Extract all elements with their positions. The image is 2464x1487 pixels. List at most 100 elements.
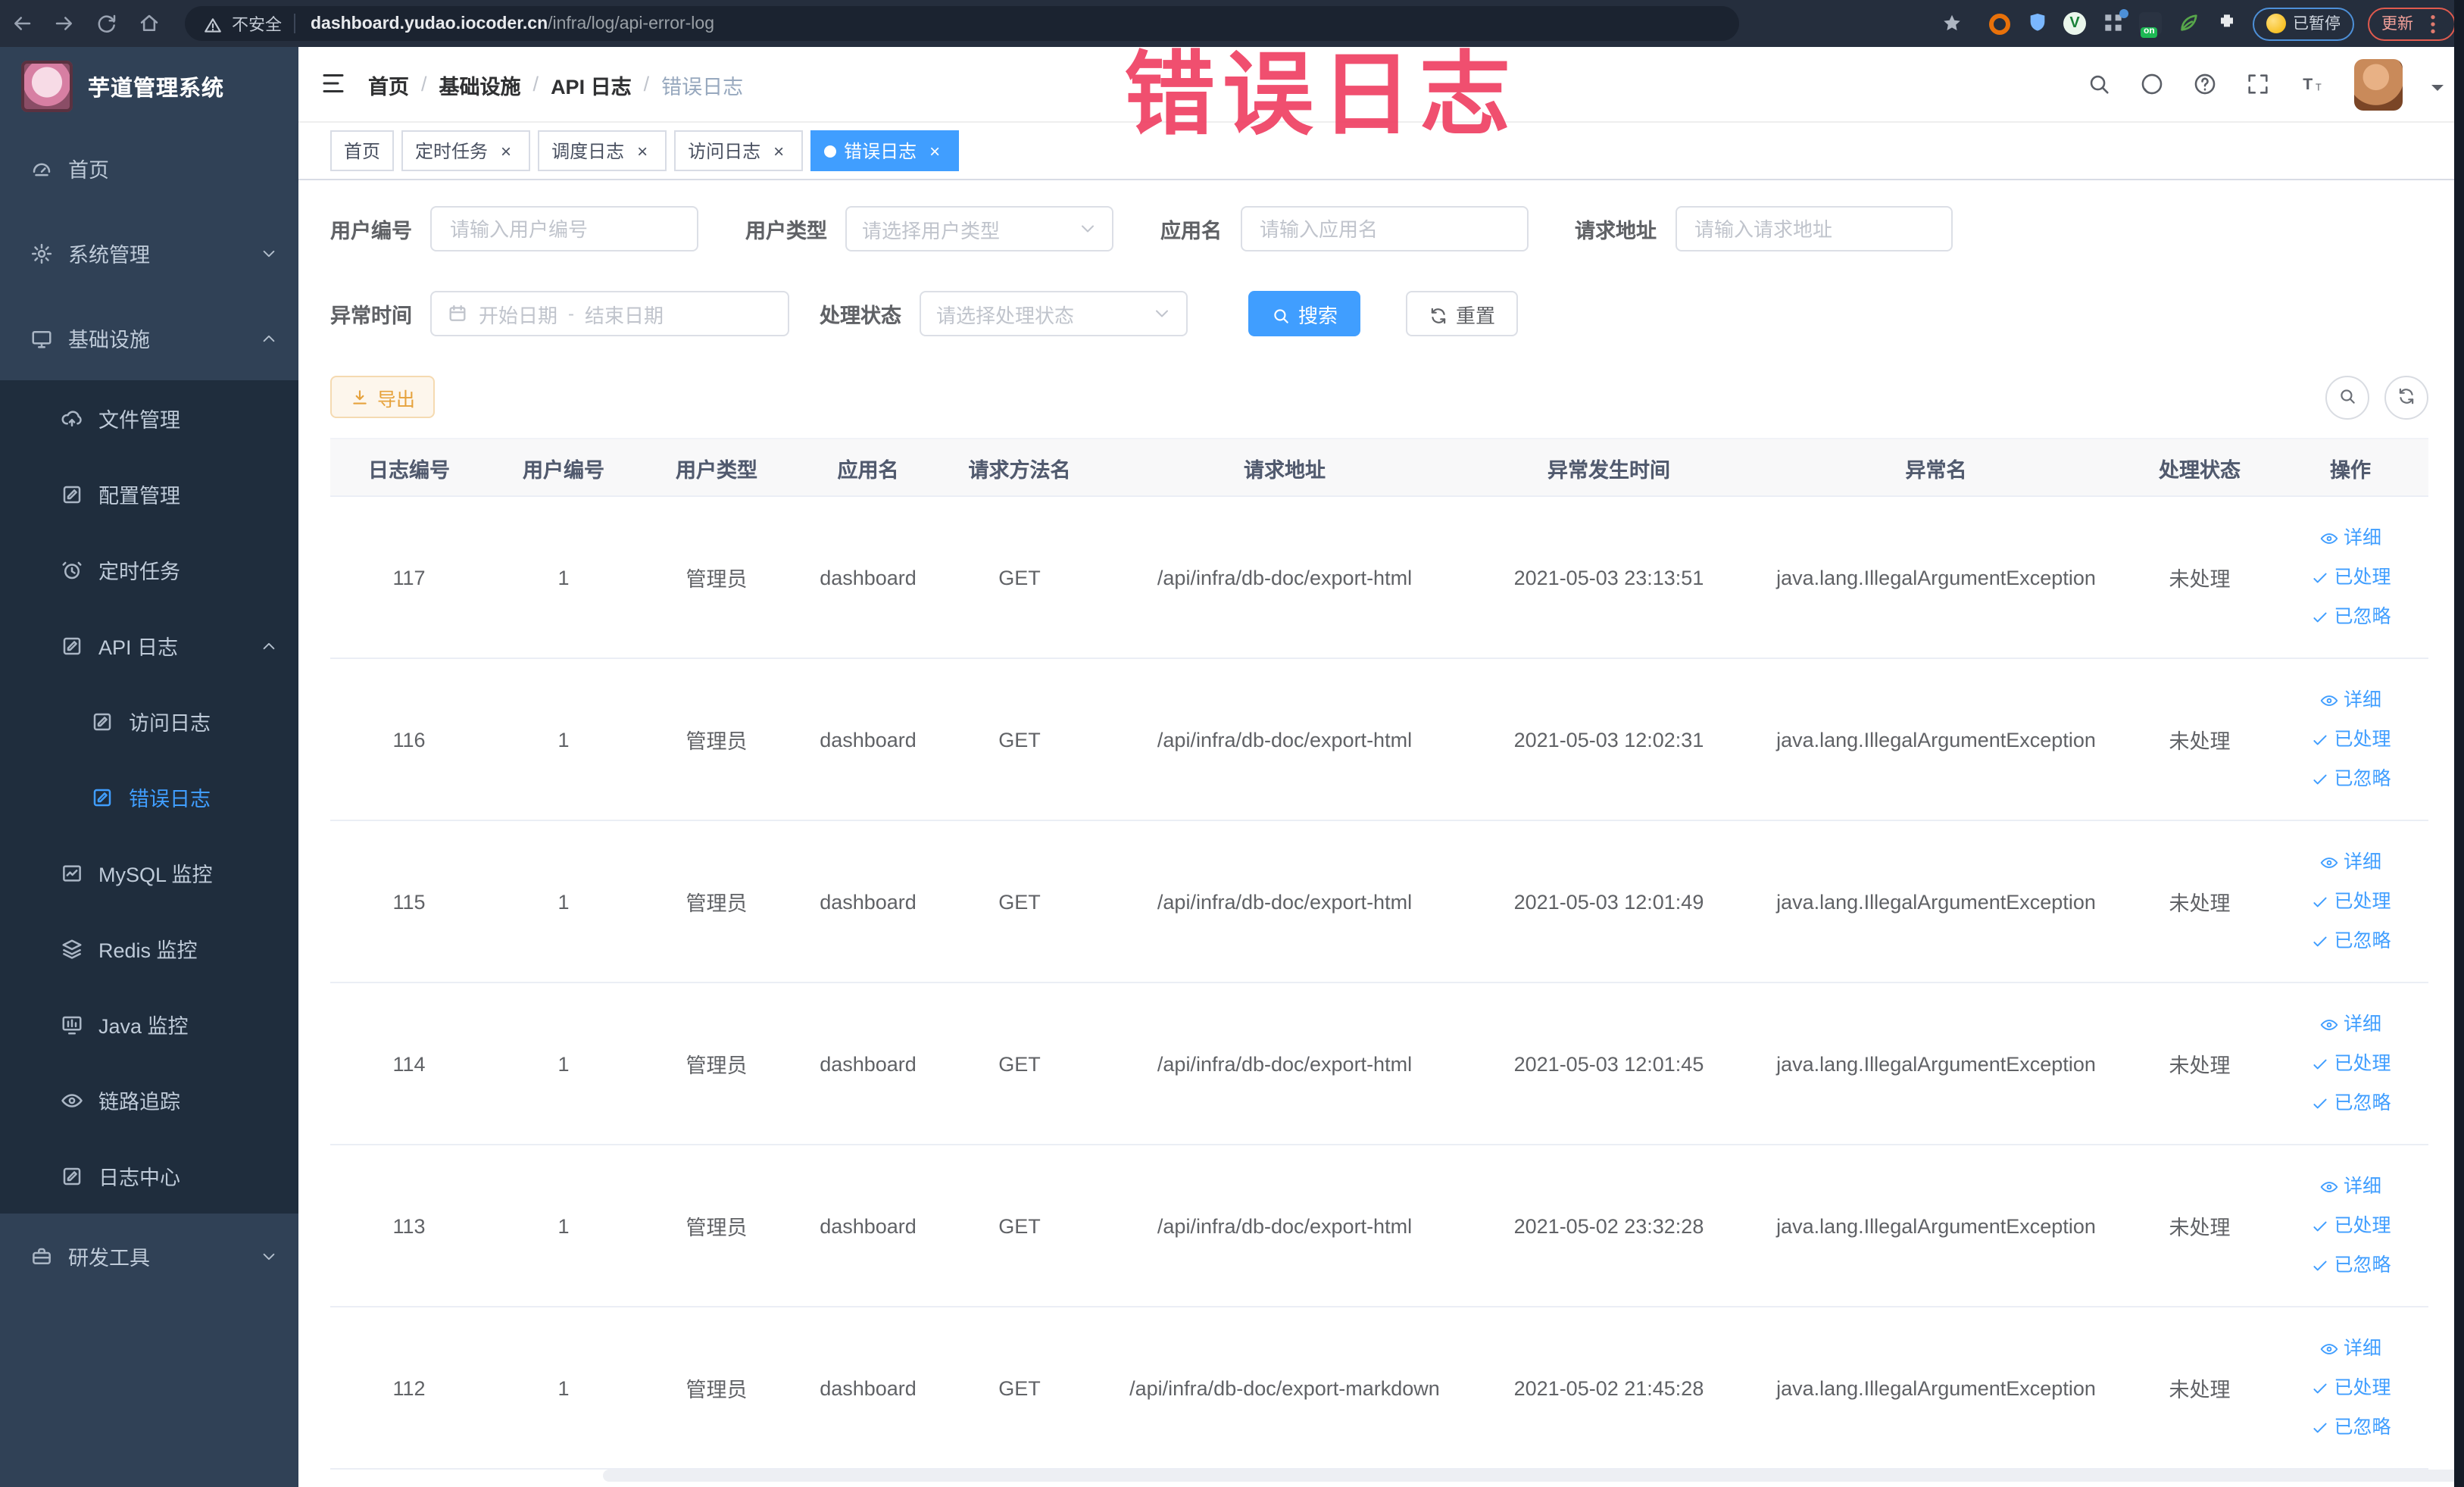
sidebar-item-label: Redis 监控 [98,939,198,962]
font-size-icon[interactable]: TT [2295,69,2325,99]
table-cell: GET [942,982,1097,1145]
action-已忽略-link[interactable]: 已忽略 [2278,1407,2422,1447]
action-已忽略-link[interactable]: 已忽略 [2278,1245,2422,1285]
action-已处理-link[interactable]: 已处理 [2278,882,2422,921]
sidebar-item-label: 系统管理 [68,244,150,267]
extension-on-badge-icon[interactable]: on [2138,11,2163,38]
extension-shield-icon[interactable] [2025,11,2049,36]
search-toggle-button[interactable] [2325,375,2369,419]
sidebar-item-访问日志[interactable]: 访问日志 [0,683,298,759]
sidebar-item-Redis 监控[interactable]: Redis 监控 [0,911,298,986]
sidebar-item-首页[interactable]: 首页 [0,126,298,211]
user-type-select[interactable]: 请选择用户类型 [845,206,1113,251]
tag-close-icon[interactable]: × [768,140,789,161]
paused-profile-badge[interactable]: 已暂停 [2252,7,2354,40]
user-id-input[interactable] [430,206,698,251]
table-cell: java.lang.IllegalArgumentException [1745,496,2127,659]
bookmark-star-icon[interactable] [1931,5,1973,42]
sidebar-item-Java 监控[interactable]: Java 监控 [0,986,298,1062]
tag-item[interactable]: 首页 [330,130,395,171]
exception-time-label: 异常时间 [330,305,412,327]
horizontal-scrollbar[interactable] [603,1470,2464,1482]
column-header: 异常名 [1745,438,2127,497]
search-icon [2341,389,2355,405]
github-icon[interactable] [2136,69,2166,99]
action-已忽略-link[interactable]: 已忽略 [2278,1083,2422,1123]
action-已处理-link[interactable]: 已处理 [2278,1368,2422,1407]
tag-active[interactable]: 错误日志 × [810,130,960,171]
exception-time-range-input[interactable]: 开始日期 - 结束日期 [430,291,789,336]
breadcrumb-item[interactable]: 基础设施 [439,69,521,99]
action-已处理-link[interactable]: 已处理 [2278,1206,2422,1245]
sidebar-item-配置管理[interactable]: 配置管理 [0,456,298,532]
content: 用户编号 用户类型 请选择用户类型 应用名 请求地址 [298,180,2464,1487]
process-status-select[interactable]: 请选择处理状态 [920,291,1188,336]
view-icon [2320,695,2338,705]
search-button[interactable]: 搜索 [1248,291,1361,336]
action-已处理-link[interactable]: 已处理 [2278,1044,2422,1083]
extensions-puzzle-icon[interactable] [2214,11,2238,36]
timer-icon [62,561,82,579]
browser-home-button[interactable] [127,5,170,42]
tag-close-icon[interactable]: × [632,140,653,161]
sidebar-item-文件管理[interactable]: 文件管理 [0,380,298,456]
action-详细-link[interactable]: 详细 [2278,680,2422,720]
avatar-caret-icon[interactable] [2425,75,2444,93]
sidebar-item-label: 首页 [68,159,109,182]
tag-close-icon[interactable]: × [495,140,517,161]
fullscreen-icon[interactable] [2242,69,2272,99]
browser-back-button[interactable] [0,5,42,42]
table-cell: 未处理 [2127,496,2272,659]
sidebar-item-研发工具[interactable]: 研发工具 [0,1214,298,1298]
action-详细-link[interactable]: 详细 [2278,842,2422,882]
extension-orange-icon[interactable] [1987,11,2011,36]
sidebar-item-错误日志[interactable]: 错误日志 [0,759,298,835]
browser-menu-icon[interactable] [2421,11,2442,36]
tag-item[interactable]: 访问日志 × [674,130,804,171]
sidebar-item-定时任务[interactable]: 定时任务 [0,532,298,608]
sidebar-item-基础设施[interactable]: 基础设施 [0,295,298,380]
export-button[interactable]: 导出 [330,376,436,418]
sidebar-item-系统管理[interactable]: 系统管理 [0,211,298,295]
request-url-input[interactable] [1675,206,1952,251]
extension-grid-icon[interactable] [2100,8,2128,36]
header-search-icon[interactable] [2083,69,2113,99]
tag-item[interactable]: 定时任务 × [401,130,531,171]
browser-reload-button[interactable] [85,5,127,42]
check-icon [2313,1422,2327,1432]
table-cell: /api/infra/db-doc/export-html [1097,496,1472,659]
tag-close-icon[interactable]: × [924,140,945,161]
user-avatar[interactable] [2354,58,2403,110]
app-logo-row[interactable]: 芋道管理系统 [0,47,298,126]
action-详细-link[interactable]: 详细 [2278,1167,2422,1206]
action-详细-link[interactable]: 详细 [2278,1004,2422,1044]
action-已忽略-link[interactable]: 已忽略 [2278,597,2422,636]
sidebar-fold-button[interactable] [298,70,368,98]
refresh-button[interactable] [2384,375,2428,419]
action-已忽略-link[interactable]: 已忽略 [2278,759,2422,798]
calendar-icon [447,300,468,327]
action-已忽略-link[interactable]: 已忽略 [2278,921,2422,961]
tag-item[interactable]: 调度日志 × [538,130,667,171]
sidebar-item-链路追踪[interactable]: 链路追踪 [0,1062,298,1138]
action-详细-link[interactable]: 详细 [2278,1329,2422,1368]
extension-green-icon[interactable]: V [2063,11,2087,36]
breadcrumb-separator: / [421,73,427,95]
breadcrumb-item[interactable]: 首页 [368,69,409,99]
extension-leaf-icon[interactable] [2176,11,2200,36]
sidebar-item-MySQL 监控[interactable]: MySQL 监控 [0,835,298,911]
table-cell: 117 [330,496,488,659]
table-cell: 1 [488,1145,639,1307]
app-name-input[interactable] [1240,206,1528,251]
action-已处理-link[interactable]: 已处理 [2278,558,2422,597]
action-已处理-link[interactable]: 已处理 [2278,720,2422,759]
sidebar-item-API 日志[interactable]: API 日志 [0,608,298,683]
browser-update-badge[interactable]: 更新 [2368,7,2456,40]
breadcrumb-item[interactable]: API 日志 [551,69,632,99]
help-icon[interactable] [2189,69,2219,99]
action-详细-link[interactable]: 详细 [2278,518,2422,558]
browser-forward-button[interactable] [42,5,85,42]
sidebar-item-日志中心[interactable]: 日志中心 [0,1138,298,1214]
table-cell: java.lang.IllegalArgumentException [1745,1145,2127,1307]
reset-button[interactable]: 重置 [1406,291,1519,336]
